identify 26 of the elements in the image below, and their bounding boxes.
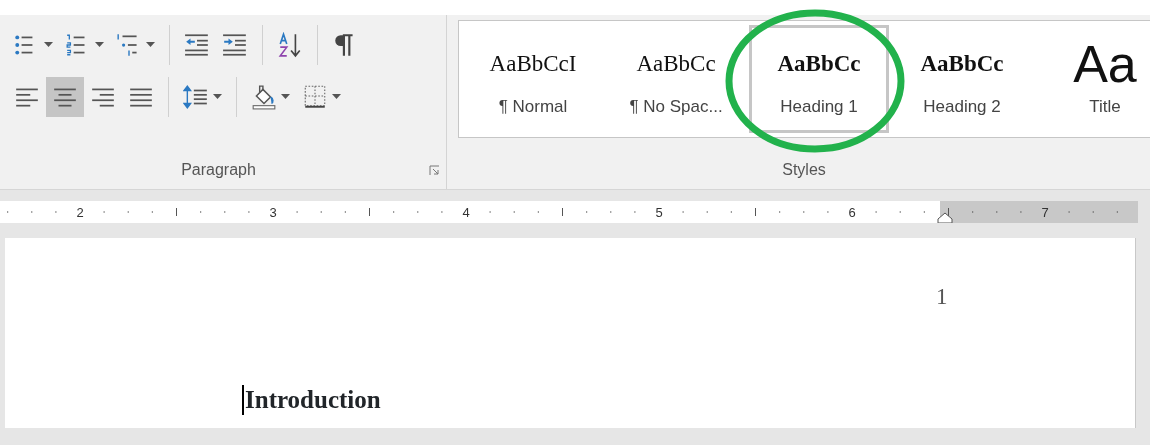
ruler-number: 6	[848, 204, 856, 220]
style-option[interactable]: AaBbCc Heading 1	[749, 25, 889, 133]
caret-icon	[332, 94, 341, 100]
group-label: Styles	[781, 160, 827, 180]
ruler-number: 3	[269, 204, 277, 220]
caret-icon	[44, 42, 53, 48]
ruler-number: 5	[655, 204, 663, 220]
ruler-number: 7	[1041, 204, 1049, 220]
group-label: Paragraph	[180, 160, 257, 180]
line-spacing-icon	[183, 84, 209, 110]
caret-icon	[146, 42, 155, 48]
paint-bucket-icon	[251, 84, 277, 110]
borders-icon	[302, 84, 328, 110]
sort-icon	[277, 32, 303, 58]
document-heading: Introduction	[242, 384, 381, 415]
caret-icon	[213, 94, 222, 100]
caret-icon	[281, 94, 290, 100]
increase-indent-icon	[222, 32, 248, 58]
page-number: 1	[935, 283, 948, 311]
ruler-number: 2	[76, 204, 84, 220]
caret-icon	[95, 42, 104, 48]
indent-marker[interactable]	[937, 212, 953, 223]
ruler-number: 4	[462, 204, 470, 220]
align-center-button[interactable]	[46, 77, 84, 117]
decrease-indent-icon	[184, 32, 210, 58]
dialog-launcher-icon[interactable]	[429, 164, 440, 176]
